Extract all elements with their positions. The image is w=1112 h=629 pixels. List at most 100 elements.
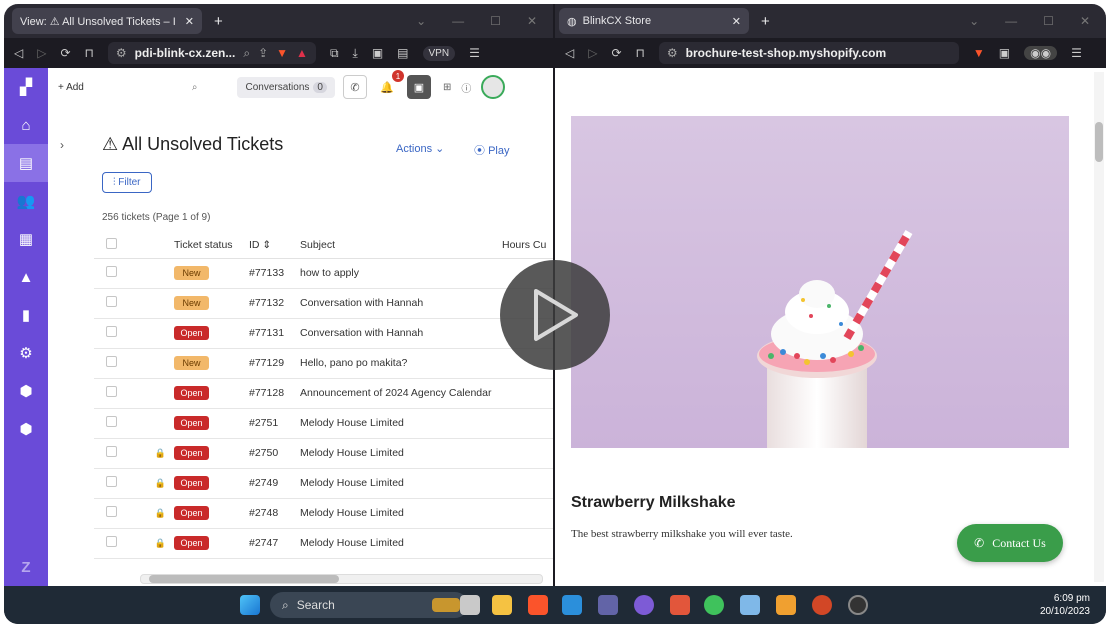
left-address-bar[interactable]: ⚙ pdi-blink-cx.zen... ⌕ ⇪ ▼ ▲ bbox=[107, 42, 316, 64]
brave-browser-icon[interactable] bbox=[528, 595, 548, 615]
chevron-down-icon[interactable]: ⌄ bbox=[969, 14, 979, 28]
vpn-button[interactable]: VPN bbox=[422, 45, 456, 61]
obs-icon[interactable] bbox=[848, 595, 868, 615]
wallet-icon[interactable]: ▤ bbox=[397, 46, 408, 60]
sidebar-toggle-icon[interactable]: ▣ bbox=[999, 46, 1010, 60]
apps-grid-icon[interactable]: ⊞ bbox=[443, 82, 451, 93]
ticket-subject[interactable]: Melody House Limited bbox=[300, 408, 502, 439]
close-icon[interactable]: ✕ bbox=[185, 15, 194, 28]
close-window-icon[interactable]: ✕ bbox=[527, 14, 537, 28]
table-row[interactable]: 🔒 Open #2748 Melody House Limited bbox=[94, 498, 553, 529]
add-button[interactable]: + Add bbox=[58, 82, 84, 93]
settings-icon[interactable]: ⚙ bbox=[4, 334, 48, 372]
powerpoint-icon[interactable] bbox=[812, 595, 832, 615]
close-window-icon[interactable]: ✕ bbox=[1080, 14, 1090, 28]
minimize-icon[interactable]: — bbox=[1005, 14, 1017, 28]
right-address-bar[interactable]: ⚙ brochure-test-shop.myshopify.com bbox=[658, 42, 959, 64]
shapes-icon[interactable]: ▲ bbox=[4, 258, 48, 296]
scrollbar-thumb[interactable] bbox=[149, 575, 339, 583]
brave-shield-icon[interactable]: ▼ bbox=[973, 46, 985, 60]
views-icon[interactable]: ▤ bbox=[4, 144, 48, 182]
vertical-scrollbar[interactable] bbox=[1094, 72, 1104, 582]
back-icon[interactable]: ◁ bbox=[14, 46, 23, 60]
share-icon[interactable]: ⇪ bbox=[258, 46, 268, 60]
app-icon[interactable] bbox=[670, 595, 690, 615]
menu-icon[interactable]: ☰ bbox=[1071, 46, 1082, 60]
search-icon[interactable]: ⌕ bbox=[192, 82, 198, 93]
table-row[interactable]: New #77133 how to apply bbox=[94, 258, 553, 289]
row-checkbox[interactable] bbox=[106, 326, 117, 337]
ticket-subject[interactable]: Melody House Limited bbox=[300, 528, 502, 559]
phone-icon[interactable]: ✆ bbox=[342, 75, 367, 99]
forward-icon[interactable]: ▷ bbox=[588, 46, 597, 60]
app-icon[interactable]: ⬢ bbox=[4, 410, 48, 448]
reporting-icon[interactable]: ▮ bbox=[4, 296, 48, 334]
column-ticket-status[interactable]: Ticket status bbox=[174, 232, 249, 259]
sidebar-toggle-icon[interactable]: ▣ bbox=[372, 46, 383, 60]
teams-icon[interactable] bbox=[598, 595, 618, 615]
left-active-tab[interactable]: View: ⚠ All Unsolved Tickets – I ✕ bbox=[12, 8, 202, 34]
row-checkbox[interactable] bbox=[106, 536, 117, 547]
rewards-icon[interactable]: ▲ bbox=[296, 46, 308, 60]
back-icon[interactable]: ◁ bbox=[565, 46, 574, 60]
horizontal-scrollbar[interactable] bbox=[140, 574, 543, 584]
maximize-icon[interactable]: ☐ bbox=[490, 14, 501, 28]
help-icon[interactable]: ⓘ bbox=[461, 80, 471, 95]
site-settings-icon[interactable]: ⚙ bbox=[116, 46, 127, 60]
video-play-button[interactable] bbox=[500, 260, 610, 370]
reload-icon[interactable]: ⟳ bbox=[60, 46, 70, 60]
task-view-icon[interactable] bbox=[460, 595, 480, 615]
actions-button[interactable]: Actions ⌄ bbox=[396, 142, 444, 155]
windows-start-icon[interactable] bbox=[240, 595, 260, 615]
table-row[interactable]: 🔒 Open #2747 Melody House Limited bbox=[94, 528, 553, 559]
table-row[interactable]: New #77129 Hello, pano po makita? bbox=[94, 348, 553, 379]
brave-shield-icon[interactable]: ▼ bbox=[276, 46, 288, 60]
row-checkbox[interactable] bbox=[106, 506, 117, 517]
filter-button[interactable]: ⫶ Filter bbox=[102, 172, 152, 193]
new-tab-icon[interactable]: + bbox=[761, 13, 770, 30]
ticket-subject[interactable]: Melody House Limited bbox=[300, 438, 502, 469]
menu-icon[interactable]: ☰ bbox=[469, 46, 480, 60]
conversations-button[interactable]: Conversations 0 bbox=[237, 76, 335, 98]
table-row[interactable]: Open #77128 Announcement of 2024 Agency Ca… bbox=[94, 378, 553, 409]
table-row[interactable]: 🔒 Open #2749 Melody House Limited bbox=[94, 468, 553, 499]
column-hours[interactable]: Hours Cu bbox=[502, 232, 553, 259]
ticket-subject[interactable]: Conversation with Hannah bbox=[300, 318, 502, 349]
select-all-checkbox[interactable] bbox=[106, 237, 117, 249]
viber-icon[interactable] bbox=[634, 595, 654, 615]
vscode-icon[interactable] bbox=[562, 595, 582, 615]
right-active-tab[interactable]: ◍ BlinkCX Store ✕ bbox=[559, 8, 749, 34]
row-checkbox[interactable] bbox=[106, 266, 117, 277]
home-icon[interactable]: ⌂ bbox=[4, 106, 48, 144]
product-tray-icon[interactable]: ▣ bbox=[406, 75, 431, 99]
chevron-down-icon[interactable]: ⌄ bbox=[416, 14, 426, 28]
customers-icon[interactable]: 👥 bbox=[4, 182, 48, 220]
bell-icon[interactable]: 🔔 1 bbox=[375, 70, 404, 99]
avatar[interactable] bbox=[481, 75, 506, 99]
notepad-icon[interactable] bbox=[740, 595, 760, 615]
zendesk-z-icon[interactable]: Z bbox=[4, 559, 48, 576]
whatsapp-icon[interactable] bbox=[704, 595, 724, 615]
organizations-icon[interactable]: ▦ bbox=[4, 220, 48, 258]
row-checkbox[interactable] bbox=[106, 356, 117, 367]
contact-us-button[interactable]: ✆ Contact Us bbox=[957, 524, 1063, 562]
app-icon[interactable]: ⬢ bbox=[4, 372, 48, 410]
close-icon[interactable]: ✕ bbox=[732, 15, 741, 28]
app-icon[interactable] bbox=[776, 595, 796, 615]
row-checkbox[interactable] bbox=[106, 476, 117, 487]
bookmark-icon[interactable]: ⊓ bbox=[636, 46, 645, 60]
taskbar-search[interactable]: ⌕ Search bbox=[270, 592, 468, 618]
table-row[interactable]: Open #2751 Melody House Limited bbox=[94, 408, 553, 439]
ticket-subject[interactable]: Hello, pano po makita? bbox=[300, 348, 502, 379]
ticket-subject[interactable]: Melody House Limited bbox=[300, 468, 502, 499]
ticket-subject[interactable]: Conversation with Hannah bbox=[300, 288, 502, 319]
file-explorer-icon[interactable] bbox=[492, 595, 512, 615]
play-button[interactable]: ⦿ Play bbox=[474, 142, 509, 158]
table-row[interactable]: New #77132 Conversation with Hannah bbox=[94, 288, 553, 319]
site-settings-icon[interactable]: ⚙ bbox=[667, 46, 678, 60]
row-checkbox[interactable] bbox=[106, 446, 117, 457]
scrollbar-thumb[interactable] bbox=[1095, 122, 1103, 162]
expand-views-chevron-icon[interactable]: › bbox=[60, 138, 64, 152]
zoom-icon[interactable]: ⌕ bbox=[243, 46, 250, 61]
new-tab-icon[interactable]: + bbox=[214, 13, 223, 30]
